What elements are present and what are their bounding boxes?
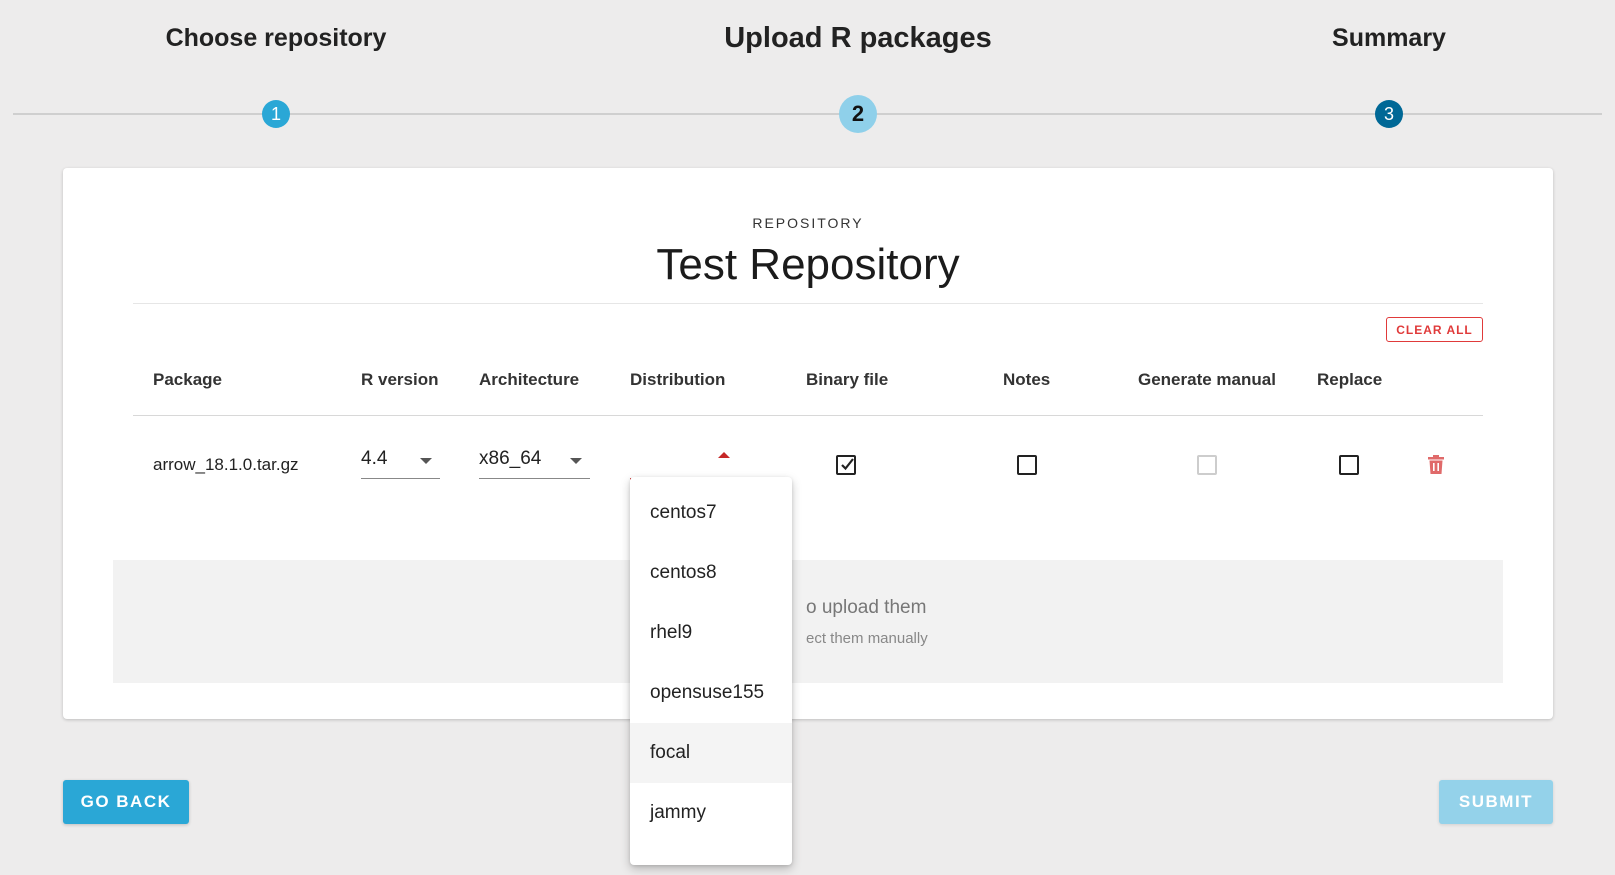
header-binary-file: Binary file — [806, 370, 889, 389]
caret-up-icon — [718, 452, 730, 458]
r-version-value: 4.4 — [361, 448, 388, 469]
header-notes: Notes — [1003, 370, 1051, 389]
architecture-value: x86_64 — [479, 448, 542, 469]
header-r-version: R version — [361, 370, 439, 389]
header-architecture: Architecture — [479, 370, 580, 389]
menu-item-centos7[interactable]: centos7 — [630, 483, 792, 543]
header-divider — [133, 415, 1483, 416]
upload-card: REPOSITORY Test Repository CLEAR ALL Pac… — [63, 168, 1553, 719]
replace-checkbox[interactable] — [1339, 455, 1359, 475]
menu-item-centos8[interactable]: centos8 — [630, 543, 792, 603]
header-distribution: Distribution — [630, 370, 726, 389]
header-replace: Replace — [1317, 370, 1383, 389]
menu-item-opensuse155[interactable]: opensuse155 — [630, 663, 792, 723]
package-name: arrow_18.1.0.tar.gz — [153, 455, 299, 474]
generate-manual-checkbox — [1197, 455, 1217, 475]
checkmark-icon — [841, 458, 854, 471]
dropzone-main-text: o upload them — [806, 597, 927, 618]
submit-button[interactable]: SUBMIT — [1439, 780, 1553, 824]
clear-all-button[interactable]: CLEAR ALL — [1386, 317, 1483, 342]
dropzone-sub-text: ect them manually — [806, 630, 928, 647]
step-number-1[interactable]: 1 — [262, 100, 290, 128]
binary-file-checkbox[interactable] — [836, 455, 856, 475]
step-label-summary[interactable]: Summary — [1332, 24, 1446, 53]
header-package: Package — [153, 370, 222, 389]
architecture-select[interactable]: x86_64 — [479, 444, 590, 479]
step-number-3[interactable]: 3 — [1375, 100, 1403, 128]
trash-icon[interactable] — [1427, 455, 1445, 475]
header-generate-manual: Generate manual — [1138, 370, 1276, 389]
notes-checkbox[interactable] — [1017, 455, 1037, 475]
title-divider — [133, 303, 1483, 304]
repository-title: Test Repository — [656, 240, 960, 289]
go-back-button[interactable]: GO BACK — [63, 780, 189, 824]
step-label-choose-repository[interactable]: Choose repository — [166, 24, 387, 53]
step-number-2[interactable]: 2 — [839, 95, 877, 133]
caret-down-icon — [420, 458, 432, 464]
stepper-line — [13, 113, 1602, 115]
menu-item-rhel9[interactable]: rhel9 — [630, 603, 792, 663]
step-label-upload-packages[interactable]: Upload R packages — [724, 22, 992, 55]
menu-item-focal[interactable]: focal — [630, 723, 792, 783]
distribution-select[interactable] — [630, 444, 738, 480]
distribution-menu: centos7 centos8 rhel9 opensuse155 focal … — [630, 477, 792, 865]
caret-down-icon — [570, 458, 582, 464]
file-dropzone[interactable]: o upload them ect them manually — [113, 560, 1503, 683]
repository-kicker: REPOSITORY — [752, 215, 864, 231]
menu-item-jammy[interactable]: jammy — [630, 783, 792, 843]
r-version-select[interactable]: 4.4 — [361, 444, 440, 479]
